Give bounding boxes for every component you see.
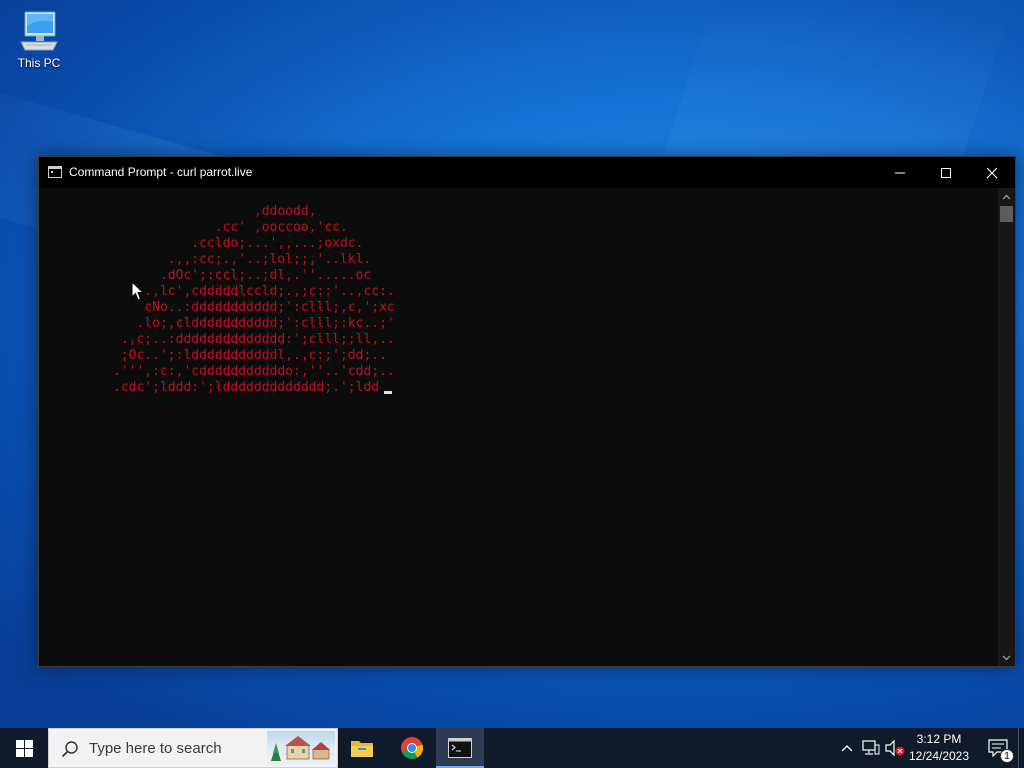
chevron-up-icon	[841, 745, 853, 752]
minimize-icon	[895, 172, 905, 173]
close-button[interactable]	[969, 157, 1015, 188]
window-title: Command Prompt - curl parrot.live	[69, 165, 253, 179]
windows-logo-icon	[15, 739, 33, 757]
minimize-button[interactable]	[877, 157, 923, 188]
scroll-down-button[interactable]	[998, 649, 1015, 666]
console-app-icon	[48, 166, 62, 178]
console-icon	[448, 738, 472, 758]
clock-time: 3:12 PM	[916, 732, 962, 746]
clock-date: 12/24/2023	[908, 749, 970, 763]
vertical-scrollbar[interactable]	[998, 188, 1015, 666]
title-bar[interactable]: Command Prompt - curl parrot.live	[39, 157, 1015, 188]
show-desktop-button[interactable]	[1018, 728, 1024, 768]
maximize-button[interactable]	[923, 157, 969, 188]
desktop-icon-label: This PC	[17, 56, 61, 70]
taskbar-app-file-explorer[interactable]	[338, 728, 386, 768]
folder-icon	[351, 741, 373, 757]
chevron-down-icon	[1002, 655, 1011, 660]
scrollbar-thumb[interactable]	[1000, 206, 1013, 222]
maximize-icon	[941, 167, 951, 178]
network-tray-icon[interactable]	[860, 728, 882, 768]
taskbar-app-chrome[interactable]	[388, 728, 436, 768]
scroll-up-button[interactable]	[998, 188, 1015, 205]
desktop-icon-this-pc[interactable]: This PC	[10, 8, 68, 78]
search-icon	[61, 741, 78, 758]
mouse-pointer-icon	[131, 281, 145, 301]
console-output[interactable]: ,ddoodd, .cc' ,ooccoo,'cc. .ccldo;...',,…	[39, 188, 998, 666]
command-prompt-window[interactable]: Command Prompt - curl parrot.live ,ddood…	[38, 156, 1016, 667]
ascii-parrot-art: ,ddoodd, .cc' ,ooccoo,'cc. .ccldo;...',,…	[113, 204, 395, 395]
taskbar-search-box[interactable]: Type here to search	[48, 728, 338, 768]
chevron-up-icon	[1002, 194, 1011, 199]
start-button[interactable]	[0, 728, 48, 768]
taskbar-clock[interactable]: 3:12 PM 12/24/2023	[900, 731, 978, 765]
search-placeholder: Type here to search	[89, 740, 222, 757]
network-icon	[862, 740, 880, 755]
chrome-icon	[401, 737, 424, 759]
notification-count-badge: 1	[1000, 749, 1014, 763]
this-pc-icon	[20, 11, 58, 51]
taskbar-app-command-prompt[interactable]	[436, 728, 484, 768]
show-hidden-icons-button[interactable]	[836, 728, 858, 768]
close-icon	[986, 167, 998, 178]
text-cursor	[384, 391, 392, 394]
search-highlight-image	[267, 731, 335, 765]
action-center-button[interactable]: 1	[978, 728, 1018, 768]
taskbar: Type here to search 3:12 PM 12/24/2023 1	[0, 728, 1024, 768]
